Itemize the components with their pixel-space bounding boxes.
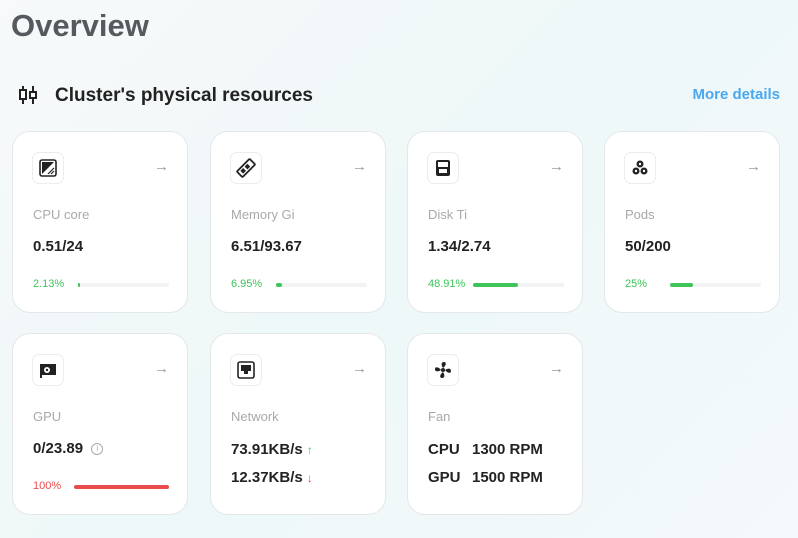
network-down-value: 12.37KB/s <box>231 469 303 486</box>
page-title: Overview <box>11 8 149 43</box>
arrow-down-icon: ↓ <box>306 471 313 485</box>
disk-icon <box>427 152 459 184</box>
section-title: Cluster's physical resources <box>55 85 313 106</box>
usage-progress-bar <box>276 283 367 287</box>
candlestick-icon <box>19 86 37 104</box>
card-value: 0.51/24 <box>33 238 83 255</box>
arrow-up-icon: ↑ <box>306 443 313 457</box>
usage-value: 0/23.89 <box>33 440 84 457</box>
arrow-right-icon[interactable]: → <box>154 360 169 377</box>
memory-icon <box>230 152 262 184</box>
usage-value: 6.51/93.67 <box>231 238 302 255</box>
network-card[interactable]: → Network 73.91KB/s ↑ 12.37KB/s ↓ <box>210 333 386 515</box>
arrow-right-icon[interactable]: → <box>549 360 564 377</box>
card-label: Fan <box>428 409 451 424</box>
usage-value: 0.51/24 <box>33 238 84 255</box>
usage-value: 1.34/2.74 <box>428 238 491 255</box>
card-label: Pods <box>625 207 655 222</box>
fan-row-value: 1500 RPM <box>472 469 543 486</box>
network-up-value: 73.91KB/s <box>231 441 303 458</box>
more-details-link[interactable]: More details <box>692 86 780 103</box>
usage-progress-fill <box>78 283 80 287</box>
cpu-icon <box>32 152 64 184</box>
info-icon[interactable]: i <box>91 443 104 456</box>
card-label: Network <box>231 409 279 424</box>
card-label: Disk Ti <box>428 207 467 222</box>
usage-percent: 2.13% <box>33 278 65 290</box>
usage-percent: 25% <box>625 278 648 290</box>
card-label: Memory Gi <box>231 207 295 222</box>
fan-card[interactable]: → Fan CPU 1300 RPM GPU 1500 RPM <box>407 333 583 515</box>
resource-card[interactable]: → Disk Ti 1.34/2.74 48.91% <box>407 131 583 313</box>
gpu-icon <box>32 354 64 386</box>
usage-percent: 48.91% <box>428 278 466 290</box>
usage-progress-fill <box>74 485 169 489</box>
arrow-right-icon[interactable]: → <box>746 158 761 175</box>
arrow-right-icon[interactable]: → <box>352 158 367 175</box>
usage-progress-fill <box>670 283 693 287</box>
usage-progress-bar <box>670 283 761 287</box>
arrow-right-icon[interactable]: → <box>154 158 169 175</box>
usage-progress-fill <box>276 283 283 287</box>
usage-value: 50/200 <box>625 238 671 255</box>
card-value: 0/23.89 i <box>33 440 104 457</box>
fan-row-name: CPU <box>428 441 460 458</box>
usage-percent: 6.95% <box>231 278 263 290</box>
card-value: 6.51/93.67 <box>231 238 302 255</box>
resource-card[interactable]: → Pods 50/200 25% <box>604 131 780 313</box>
usage-progress-bar <box>78 283 169 287</box>
resource-card[interactable]: → CPU core 0.51/24 2.13% <box>12 131 188 313</box>
card-label: GPU <box>33 409 62 424</box>
fan-icon <box>427 354 459 386</box>
resource-card[interactable]: → Memory Gi 6.51/93.67 6.95% <box>210 131 386 313</box>
fan-row-name: GPU <box>428 469 461 486</box>
usage-progress-bar <box>473 283 564 287</box>
card-value: 50/200 <box>625 238 671 255</box>
usage-percent: 100% <box>33 480 62 492</box>
fan-row-value: 1300 RPM <box>472 441 543 458</box>
usage-progress-fill <box>473 283 518 287</box>
usage-progress-bar <box>74 485 169 489</box>
pods-icon <box>624 152 656 184</box>
card-label: CPU core <box>33 207 90 222</box>
resource-card[interactable]: → GPU 0/23.89 i 100% <box>12 333 188 515</box>
card-value: 1.34/2.74 <box>428 238 491 255</box>
arrow-right-icon[interactable]: → <box>549 158 564 175</box>
arrow-right-icon[interactable]: → <box>352 360 367 377</box>
network-icon <box>230 354 262 386</box>
